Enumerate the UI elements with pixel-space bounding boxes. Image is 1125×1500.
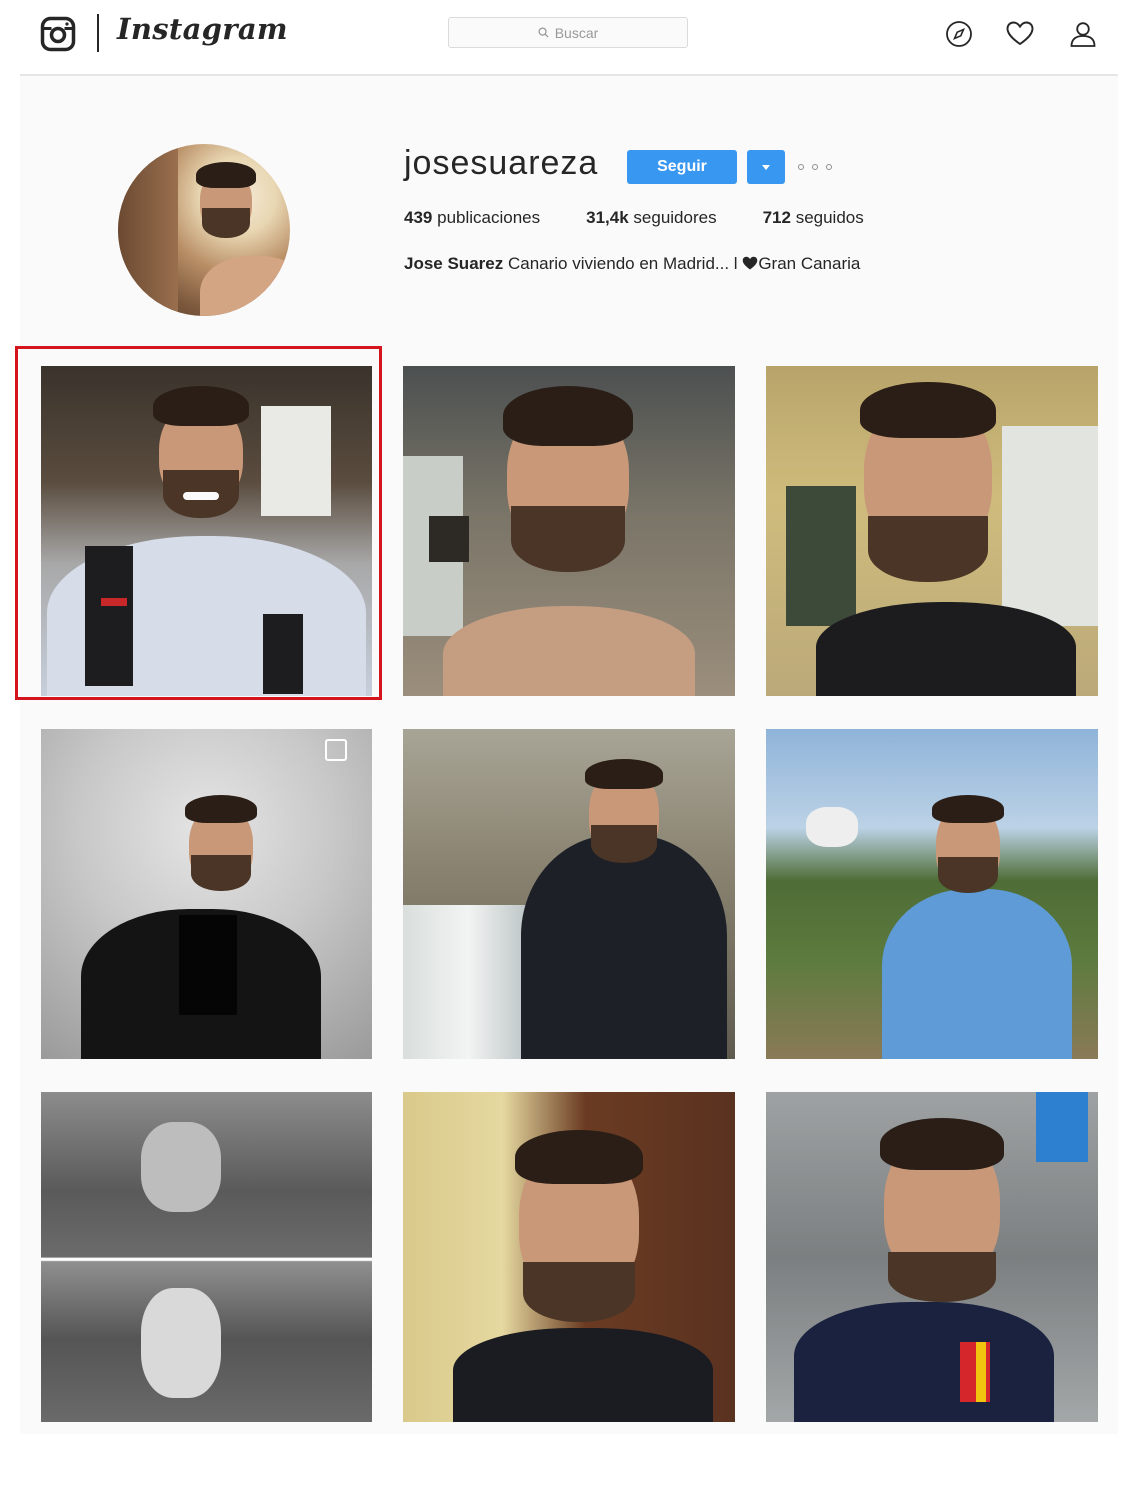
multiple-photos-icon bbox=[325, 739, 347, 761]
more-options-button[interactable] bbox=[798, 158, 832, 176]
following-count-label: seguidos bbox=[795, 208, 864, 227]
post-thumbnail[interactable] bbox=[403, 729, 735, 1059]
search-icon bbox=[538, 27, 549, 38]
black-heart-icon bbox=[743, 256, 758, 270]
post-thumbnail[interactable] bbox=[41, 366, 372, 696]
suggestions-dropdown-button[interactable] bbox=[747, 150, 785, 184]
posts-count-stat: 439 publicaciones bbox=[404, 208, 540, 228]
heart-icon[interactable] bbox=[1005, 19, 1035, 49]
profile-username: josesuareza bbox=[404, 144, 599, 182]
more-dot-icon bbox=[812, 164, 818, 170]
instagram-glyph-icon[interactable] bbox=[40, 16, 76, 52]
top-navigation-bar: Instagram Buscar bbox=[20, 0, 1118, 76]
profile-avatar[interactable] bbox=[118, 144, 290, 316]
following-count-stat[interactable]: 712 seguidos bbox=[763, 208, 864, 228]
post-thumbnail[interactable] bbox=[766, 729, 1098, 1059]
instagram-wordmark[interactable]: Instagram bbox=[117, 12, 288, 46]
followers-count-stat[interactable]: 31,4k seguidores bbox=[586, 208, 716, 228]
profile-full-name: Jose Suarez bbox=[404, 254, 504, 273]
bio-location: Gran Canaria bbox=[758, 254, 861, 273]
more-dot-icon bbox=[826, 164, 832, 170]
search-placeholder: Buscar bbox=[554, 24, 599, 41]
follow-button[interactable]: Seguir bbox=[627, 150, 737, 184]
post-thumbnail[interactable] bbox=[766, 1092, 1098, 1422]
caret-down-icon bbox=[762, 164, 770, 170]
search-input[interactable]: Buscar bbox=[448, 17, 688, 48]
posts-count-label: publicaciones bbox=[437, 208, 541, 227]
compass-icon[interactable] bbox=[944, 19, 974, 49]
bio-text: Canario viviendo en Madrid... l bbox=[507, 254, 743, 273]
posts-count: 439 bbox=[404, 208, 433, 227]
profile-bio: Jose Suarez Canario viviendo en Madrid..… bbox=[404, 254, 860, 274]
profile-page: josesuareza Seguir 439 publicaciones 31,… bbox=[15, 76, 1118, 1434]
logo-divider bbox=[97, 14, 99, 52]
post-thumbnail[interactable] bbox=[41, 729, 372, 1059]
followers-count-label: seguidores bbox=[633, 208, 717, 227]
post-thumbnail[interactable] bbox=[403, 366, 735, 696]
more-dot-icon bbox=[798, 164, 804, 170]
followers-count: 31,4k bbox=[586, 208, 629, 227]
following-count: 712 bbox=[762, 208, 791, 227]
user-icon[interactable] bbox=[1068, 19, 1098, 49]
post-thumbnail[interactable] bbox=[766, 366, 1098, 696]
post-thumbnail[interactable] bbox=[403, 1092, 735, 1422]
profile-stats: 439 publicaciones 31,4k seguidores 712 s… bbox=[404, 208, 910, 228]
post-thumbnail[interactable] bbox=[41, 1092, 372, 1422]
